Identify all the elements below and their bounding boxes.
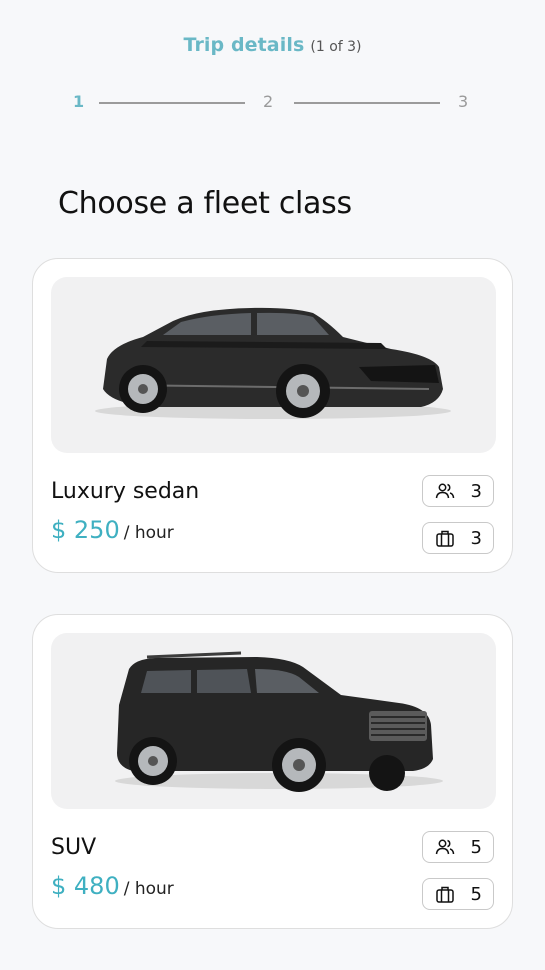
price: $ 250/ hour <box>51 516 174 544</box>
step-connector <box>99 102 245 104</box>
step-1[interactable]: 1 <box>73 92 84 111</box>
luggage-capacity-badge: 5 <box>422 878 494 910</box>
step-3[interactable]: 3 <box>458 92 468 111</box>
page-title: Trip details <box>183 34 305 56</box>
step-counter: (1 of 3) <box>310 39 362 55</box>
car-image <box>51 633 496 809</box>
section-title: Choose a fleet class <box>58 186 352 221</box>
suv-illustration <box>115 651 443 792</box>
price-amount: $ 480 <box>51 872 120 900</box>
car-name: SUV <box>51 835 97 860</box>
price: $ 480/ hour <box>51 872 174 900</box>
passenger-capacity-badge: 5 <box>422 831 494 863</box>
passenger-count: 3 <box>470 480 482 502</box>
step-2[interactable]: 2 <box>263 92 273 111</box>
luggage-icon <box>436 530 454 547</box>
luggage-capacity-badge: 3 <box>422 522 494 554</box>
stepper: 1 2 3 <box>70 92 480 114</box>
luggage-icon <box>436 886 454 903</box>
price-amount: $ 250 <box>51 516 120 544</box>
sedan-illustration <box>95 307 451 419</box>
users-icon <box>435 839 455 855</box>
luggage-count: 3 <box>470 527 482 549</box>
price-unit: / hour <box>123 523 174 543</box>
car-image <box>51 277 496 453</box>
passenger-capacity-badge: 3 <box>422 475 494 507</box>
users-icon <box>435 483 455 499</box>
luggage-count: 5 <box>470 883 482 905</box>
price-unit: / hour <box>123 879 174 899</box>
page-header: Trip details (1 of 3) <box>0 34 545 56</box>
step-connector <box>294 102 440 104</box>
fleet-card-luxury-sedan[interactable]: Luxury sedan $ 250/ hour 3 3 <box>32 258 513 573</box>
fleet-card-suv[interactable]: SUV $ 480/ hour 5 5 <box>32 614 513 929</box>
car-name: Luxury sedan <box>51 479 200 504</box>
passenger-count: 5 <box>470 836 482 858</box>
